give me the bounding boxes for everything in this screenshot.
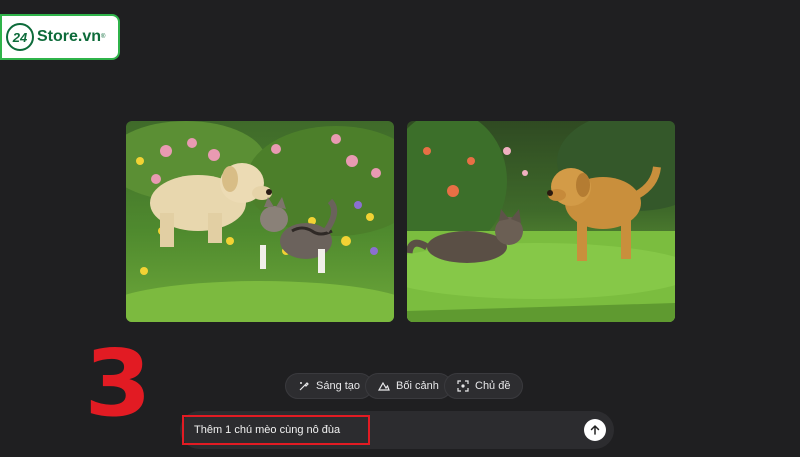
generated-image-1[interactable] xyxy=(126,121,394,322)
generated-image-2[interactable] xyxy=(407,121,675,322)
chip-chu-de[interactable]: Chủ đề xyxy=(444,373,524,399)
prompt-input[interactable] xyxy=(182,415,370,445)
registered-mark: ® xyxy=(101,34,106,40)
store-logo[interactable]: 24 Store.vn ® xyxy=(0,14,120,60)
chip-sang-tao[interactable]: Sáng tạo xyxy=(285,373,374,399)
send-button[interactable] xyxy=(584,419,606,441)
dog-and-cat-image xyxy=(407,121,675,322)
chip-boi-canh[interactable]: Bối cảnh xyxy=(365,373,452,399)
dog-and-kitten-image xyxy=(126,121,394,322)
sparkle-brush-icon xyxy=(299,382,309,391)
logo-badge: 24 xyxy=(6,23,34,51)
chip-label: Chủ đề xyxy=(475,380,511,392)
chip-label: Bối cảnh xyxy=(396,380,439,392)
prompt-bar xyxy=(180,411,614,449)
step-number: 3 xyxy=(84,330,152,437)
landscape-icon xyxy=(378,381,390,391)
logo-text: Store.vn xyxy=(37,28,102,45)
arrow-up-icon xyxy=(590,424,600,435)
focus-frame-icon xyxy=(457,380,469,392)
chip-label: Sáng tạo xyxy=(316,380,361,392)
